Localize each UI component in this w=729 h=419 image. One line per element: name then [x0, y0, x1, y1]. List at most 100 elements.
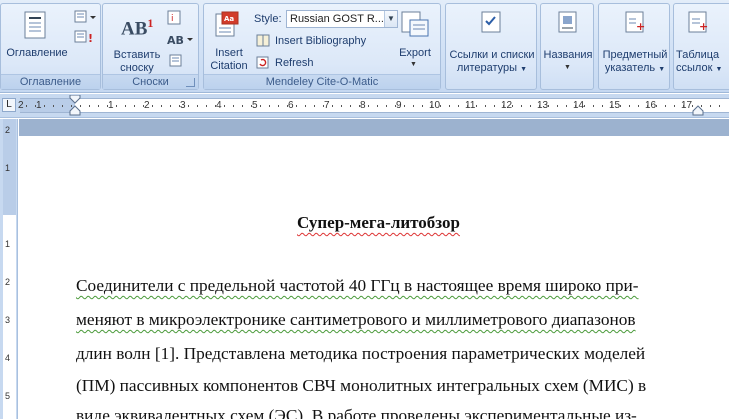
citations-dropdown-icon: ▼ — [520, 66, 528, 73]
ruler-tick — [233, 105, 234, 107]
paragraph-line[interactable]: меняют в микроэлектронике сантиметрового… — [76, 310, 636, 330]
ruler-number: 9 — [396, 100, 402, 111]
ruler-number: 1 — [108, 100, 114, 111]
ruler-tick — [287, 105, 288, 107]
paragraph-line[interactable]: виде эквивалентных схем (ЭС). В работе п… — [76, 406, 637, 419]
index-dropdown-icon: ▼ — [658, 66, 666, 73]
ruler-tick — [413, 105, 414, 107]
refresh-button[interactable]: Refresh — [256, 54, 314, 71]
ruler-tick — [242, 105, 243, 107]
ruler-number: 2 — [144, 100, 150, 111]
next-footnote-icon[interactable]: AB — [167, 32, 195, 48]
footnotes-group: AB1 Вставить сноску i AB Сноски — [102, 3, 199, 90]
style-label: Style: — [254, 10, 282, 27]
ruler-tick — [710, 105, 711, 107]
ruler-tick — [296, 105, 297, 107]
ruler-tick — [539, 105, 540, 107]
paragraph-line-text: виде эквивалентных схем (ЭС). В работе п… — [76, 406, 637, 419]
document-page[interactable]: Супер-мега-литобзор Соединители с предел… — [19, 136, 729, 419]
insert-citation-label-1[interactable]: Insert — [204, 47, 254, 60]
paragraph-line[interactable]: длин волн [1]. Представлена методика пос… — [76, 344, 645, 364]
show-notes-icon[interactable] — [169, 54, 183, 68]
tab-selector[interactable]: L — [2, 98, 16, 112]
citations-group: Ссылки и списки литературы ▼ — [445, 3, 537, 90]
paragraph-line[interactable]: Соединители с предельной частотой 40 ГГц… — [76, 276, 638, 296]
index-label-2[interactable]: указатель ▼ — [599, 62, 671, 76]
export-dropdown-icon[interactable]: ▼ — [410, 61, 417, 68]
first-line-indent-marker[interactable] — [69, 95, 81, 117]
mendeley-group-label: Mendeley Cite-O-Matic — [204, 74, 440, 89]
footnote-superscript: 1 — [147, 16, 154, 30]
toa-dropdown-icon: ▼ — [715, 66, 723, 73]
style-dropdown-arrow-icon[interactable]: ▼ — [384, 11, 397, 27]
svg-text:+: + — [699, 20, 708, 33]
ruler-tick — [512, 105, 513, 107]
toc-button-label[interactable]: Оглавление — [3, 47, 71, 60]
document-title[interactable]: Супер-мега-литобзор — [297, 213, 460, 233]
ruler-tick — [125, 105, 126, 107]
paragraph-line[interactable]: (ПМ) пассивных компонентов СВЧ монолитны… — [76, 376, 646, 396]
ruler-number: 7 — [324, 100, 330, 111]
table-of-contents-icon[interactable] — [23, 10, 49, 40]
ruler-tick — [197, 105, 198, 107]
style-label-text: Style: — [254, 12, 282, 25]
ruler-tick — [224, 105, 225, 107]
horizontal-ruler[interactable]: 1 2 1 2 3 4 5 6 7 8 9 10 11 12 13 14 15 … — [18, 95, 729, 116]
ruler-number: 2 — [18, 100, 24, 111]
bibliography-icon — [256, 34, 270, 47]
ruler-tick — [404, 105, 405, 107]
insert-bibliography-button[interactable]: Insert Bibliography — [256, 32, 366, 49]
citations-label-2[interactable]: литературы ▼ — [446, 62, 538, 76]
ruler-number: 4 — [216, 100, 222, 111]
citation-style-value: Russian GOST R... — [290, 13, 384, 25]
mendeley-group: Aa Insert Citation Style: Russian GOST R… — [203, 3, 441, 90]
ruler-tick — [332, 105, 333, 107]
ruler-tick — [467, 105, 468, 107]
ruler-tick — [458, 105, 459, 107]
ruler-tick — [647, 105, 648, 107]
svg-text:i: i — [171, 14, 174, 24]
toa-label-2[interactable]: ссылок ▼ — [676, 62, 729, 76]
ruler-tick — [530, 105, 531, 107]
ruler-tick — [215, 105, 216, 107]
ruler-tick — [359, 105, 360, 107]
mark-citation-icon[interactable]: + — [686, 10, 710, 34]
paragraph-line-text: длин волн [1]. Представлена методика пос… — [76, 344, 646, 363]
insert-endnote-icon[interactable]: i — [167, 10, 183, 25]
ruler-tick — [449, 105, 450, 107]
toa-label-1[interactable]: Таблица — [676, 49, 726, 62]
add-text-icon[interactable] — [74, 10, 98, 24]
index-label-1[interactable]: Предметный — [599, 49, 671, 62]
mark-entry-icon[interactable]: + — [623, 10, 647, 34]
citations-bibliography-icon[interactable] — [480, 10, 504, 34]
captions-group: Названия ▼ — [540, 3, 594, 90]
insert-footnote-label-1[interactable]: Вставить — [107, 49, 167, 62]
ruler-tick — [161, 105, 162, 107]
ruler-tick — [98, 105, 99, 107]
ruler-number: 3 — [180, 100, 186, 111]
update-table-icon[interactable]: ! — [74, 30, 98, 44]
ruler-tick — [674, 105, 675, 107]
insert-citation-label-2[interactable]: Citation — [204, 60, 254, 73]
ruler-tick — [188, 105, 189, 107]
ruler-tick — [629, 105, 630, 107]
vertical-ruler[interactable]: 2 1 1 2 3 4 5 — [3, 119, 16, 419]
ruler-tick — [89, 105, 90, 107]
vruler-number: 3 — [5, 315, 11, 325]
captions-label[interactable]: Названия — [541, 49, 595, 62]
captions-dropdown-icon[interactable]: ▼ — [564, 64, 571, 71]
export-label[interactable]: Export — [392, 47, 438, 60]
ruler-tick — [251, 105, 252, 107]
insert-citation-icon[interactable]: Aa — [214, 10, 242, 40]
toc-group-label: Оглавление — [1, 74, 100, 89]
index-label-2-text: указатель — [604, 62, 656, 74]
ruler-tick — [350, 105, 351, 107]
citations-label-1[interactable]: Ссылки и списки — [446, 49, 538, 62]
insert-footnote-icon[interactable]: AB1 — [121, 16, 153, 40]
citation-style-select[interactable]: Russian GOST R... ▼ — [286, 10, 398, 28]
ruler-tick — [368, 105, 369, 107]
footnotes-dialog-launcher[interactable] — [186, 78, 195, 87]
right-indent-marker[interactable] — [692, 104, 704, 116]
export-icon[interactable] — [400, 10, 430, 40]
insert-caption-icon[interactable] — [556, 10, 580, 34]
